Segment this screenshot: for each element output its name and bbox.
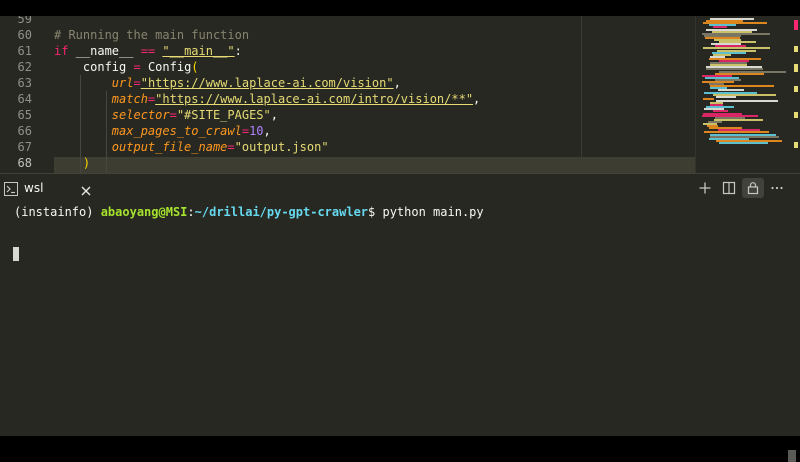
code-line: if __name__ == "__main__": [54,43,242,59]
line-number: 68 [17,156,32,170]
bottom-bar [0,436,800,450]
terminal-prompt-line: (instainfo) abaoyang@MSI:~/drillai/py-gp… [14,204,484,220]
terminal-command: python main.py [382,205,484,219]
code-editor[interactable]: 59 60 61 62 63 64 65 66 67 68 # Running the main … [0,16,800,173]
prompt-colon: : [187,205,195,219]
split-terminal-icon[interactable] [718,178,740,198]
code-line: match="https://www.laplace-ai.com/intro/… [54,91,480,107]
code-token: selector [111,108,170,122]
minimap-line [703,97,714,100]
code-token: match [111,92,148,106]
code-line: # Running the main function [54,27,249,43]
prompt-env: (instainfo) [14,205,101,219]
scrollbar-marker [794,142,798,148]
code-token: "https://www.laplace-ai.com/vision" [140,76,394,90]
line-number-gutter: 59 60 61 62 63 64 65 66 67 68 [0,16,40,173]
code-token: = [133,76,141,90]
line-number: 63 [17,76,32,90]
code-token: Config [140,60,192,74]
scrollbar-marker [794,20,798,30]
code-token: , [473,92,481,106]
minimap-line [716,99,778,102]
code-token: ) [82,156,91,170]
code-token: , [270,108,278,122]
code-line: output_file_name="output.json" [54,139,329,155]
code-line: url="https://www.laplace-ai.com/vision", [54,75,401,91]
line-number: 59 [17,16,32,26]
terminal-icon [4,181,18,196]
code-token: = [169,108,177,122]
code-token: = [241,124,250,138]
close-icon[interactable] [80,182,92,196]
line-number: 67 [17,140,32,154]
code-token: __name__ [68,44,141,58]
code-token: max_pages_to_crawl [111,124,242,138]
code-line: config = Config( [54,59,199,75]
code-line: max_pages_to_crawl=10, [54,123,271,139]
line-number: 65 [17,108,32,122]
code-token: ( [191,60,199,74]
code-token: url [111,76,134,90]
scrollbar-marker [794,46,798,52]
terminal-tab-label: wsl [24,181,44,195]
code-token: "#SITE_PAGES" [176,108,271,122]
code-token: "https://www.laplace-ai.com/intro/vision… [155,92,474,106]
terminal-tab-wsl[interactable]: wsl [0,174,102,202]
scrollbar-marker [794,64,798,72]
prompt-symbol: $ [368,205,383,219]
new-terminal-icon[interactable] [694,178,716,198]
top-bar [0,0,800,16]
code-line: ) [54,155,90,171]
code-token: config [54,60,134,74]
line-number: 60 [17,28,32,42]
code-token: output_file_name [111,140,228,154]
panel-tab-bar: wsl [0,174,800,202]
line-number: 61 [17,44,32,58]
column-ruler [581,16,582,173]
line-number: 66 [17,124,32,138]
prompt-user-host: abaoyang@MSI [100,205,188,219]
more-actions-icon[interactable] [766,178,788,198]
line-number: 62 [17,60,32,74]
terminal-output[interactable]: (instainfo) abaoyang@MSI:~/drillai/py-gp… [0,202,800,462]
code-token: , [263,124,271,138]
code-token: 10 [249,124,264,138]
code-token: = [227,140,235,154]
scrollbar-marker [794,86,798,92]
code-token: if [54,44,69,58]
minimap-line [716,95,736,98]
minimap-line [719,141,768,144]
code-token: , [393,76,401,90]
code-token: # Running the main function [54,28,250,42]
code-token: "__main__" [162,44,235,58]
code-token: = [133,60,141,74]
code-token: == [140,44,156,58]
lock-icon[interactable] [742,178,764,198]
minimap[interactable] [700,16,800,173]
code-token: : [234,44,242,58]
prompt-path: ~/drillai/py-gpt-crawler [194,205,369,219]
terminal-panel: wsl (instainfo) abaoyang@MSI:~/drillai/p… [0,173,800,462]
scrollbar-marker [794,112,798,118]
code-line: selector="#SITE_PAGES", [54,107,278,123]
panel-actions [694,178,788,198]
code-area[interactable]: # Running the main function if __name__ =… [54,16,694,173]
terminal-cursor [13,247,19,261]
line-number: 64 [17,92,32,106]
editor-scroll-edge [695,16,696,173]
code-token: "output.json" [234,140,329,154]
